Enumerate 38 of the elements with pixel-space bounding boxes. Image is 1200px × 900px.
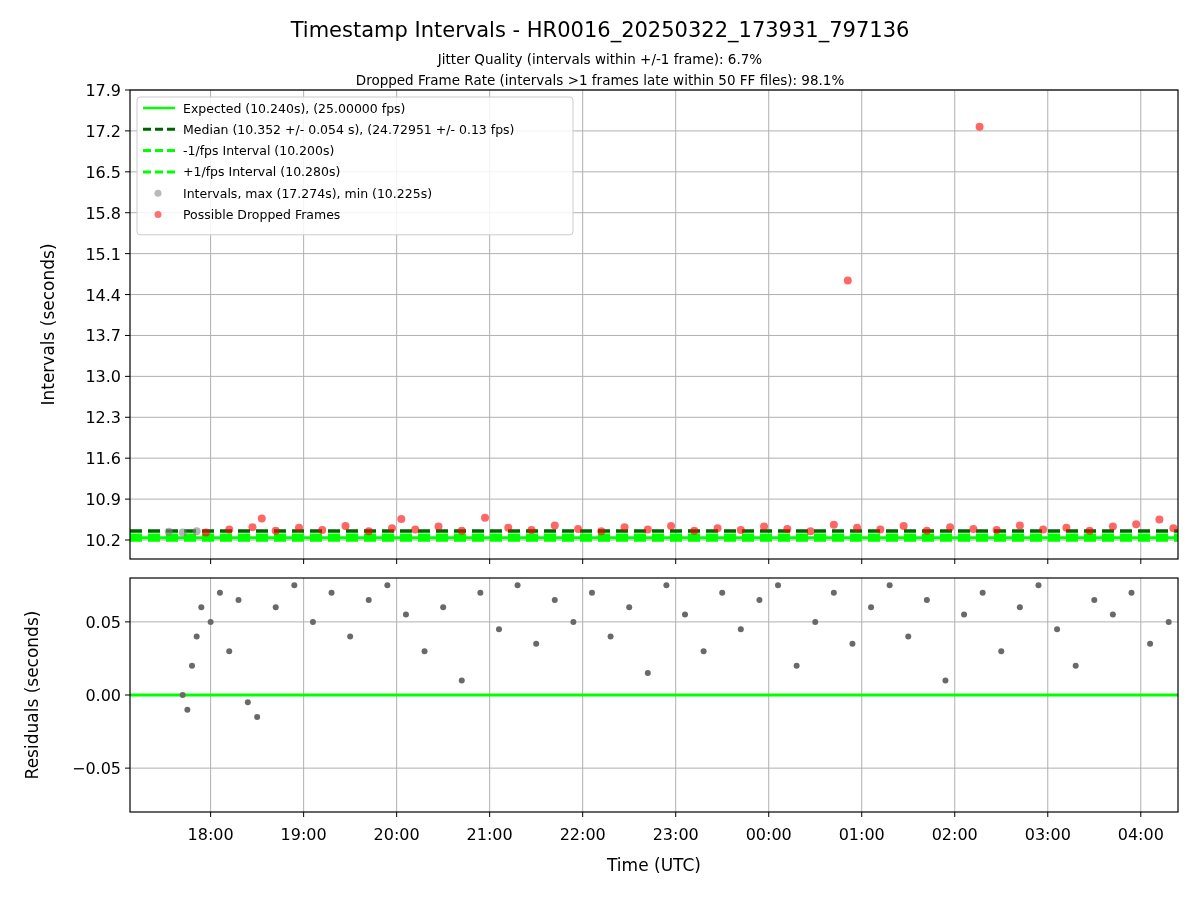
- legend-label: +1/fps Interval (10.280s): [183, 164, 341, 180]
- axis-label: Intervals (seconds): [38, 243, 58, 406]
- axis-label: Residuals (seconds): [22, 610, 42, 780]
- tick-label: −0.05: [71, 759, 121, 779]
- tick-label: 22:00: [559, 825, 606, 844]
- figure-title: Timestamp Intervals - HR0016_20250322_173931_797136: [290, 18, 910, 42]
- legend-label: Intervals, max (17.274s), min (10.225s): [183, 185, 433, 201]
- figure-subtitle: Dropped Frame Rate (intervals >1 frames late within 50 FF files): 98.1%: [355, 72, 845, 88]
- tick-label: 04:00: [1117, 825, 1164, 844]
- axis-label: Time (UTC): [607, 855, 701, 875]
- tick-label: 0.00: [85, 686, 121, 705]
- tick-label: 20:00: [373, 825, 420, 844]
- tick-label: 15.8: [85, 203, 121, 223]
- tick-label: 17.2: [85, 121, 121, 141]
- tick-label: 19:00: [280, 825, 327, 844]
- tick-label: 13.7: [85, 326, 121, 346]
- tick-label: 11.6: [85, 449, 121, 469]
- legend-label: -1/fps Interval (10.200s): [183, 143, 335, 159]
- tick-label: 10.9: [85, 490, 121, 510]
- tick-label: 0.05: [85, 612, 121, 632]
- legend-label: Possible Dropped Frames: [183, 207, 341, 222]
- tick-label: 01:00: [838, 825, 885, 844]
- figure-subtitle: Jitter Quality (intervals within +/-1 frame): 6.7%: [437, 51, 763, 67]
- legend-label: Expected (10.240s), (25.00000 fps): [183, 100, 406, 116]
- tick-label: 03:00: [1024, 825, 1071, 844]
- tick-label: 00:00: [745, 825, 792, 844]
- legend-label: Median (10.352 +/- 0.054 s), (24.72951 +/- 0.13 fps): [183, 121, 515, 137]
- tick-label: 10.2: [85, 531, 121, 550]
- tick-label: 23:00: [652, 825, 699, 844]
- tick-label: 21:00: [466, 825, 513, 844]
- tick-label: 02:00: [931, 825, 978, 844]
- tick-label: 15.1: [85, 244, 121, 264]
- tick-label: 14.4: [85, 285, 121, 305]
- tick-label: 18:00: [187, 825, 234, 844]
- tick-label: 12.3: [85, 408, 121, 428]
- tick-label: 16.5: [85, 162, 121, 182]
- tick-label: 13.0: [85, 367, 121, 387]
- tick-label: 17.9: [85, 81, 121, 100]
